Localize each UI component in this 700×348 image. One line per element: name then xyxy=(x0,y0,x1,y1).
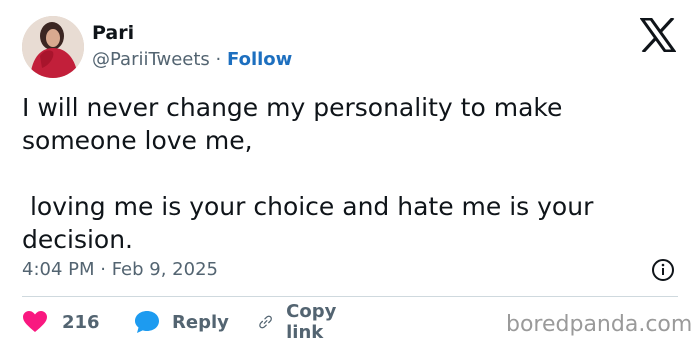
follow-button[interactable]: Follow xyxy=(227,49,292,70)
link-icon xyxy=(259,315,272,329)
reply-button[interactable]: Reply xyxy=(134,309,229,335)
author-handle-row: @PariiTweets · Follow xyxy=(92,49,292,70)
separator-dot: · xyxy=(215,49,222,70)
divider xyxy=(22,296,678,297)
heart-icon xyxy=(23,311,47,332)
reply-label: Reply xyxy=(172,311,229,333)
avatar[interactable] xyxy=(22,16,84,78)
x-logo-icon[interactable] xyxy=(639,16,677,54)
tweet-timestamp[interactable]: 4:04 PM · Feb 9, 2025 xyxy=(22,259,218,280)
copy-link-button[interactable]: Copy link xyxy=(258,301,345,343)
like-button[interactable]: 216 xyxy=(22,309,100,335)
avatar-image xyxy=(22,16,84,78)
copy-link-label: Copy link xyxy=(286,301,337,343)
reply-bubble-icon xyxy=(135,311,159,333)
author-handle[interactable]: @PariiTweets xyxy=(92,49,210,70)
like-count: 216 xyxy=(62,311,100,333)
watermark: boredpanda.com xyxy=(506,312,693,337)
author-name[interactable]: Pari xyxy=(92,22,134,44)
tweet-text: I will never change my personality to ma… xyxy=(22,93,594,254)
info-icon[interactable] xyxy=(651,258,675,282)
